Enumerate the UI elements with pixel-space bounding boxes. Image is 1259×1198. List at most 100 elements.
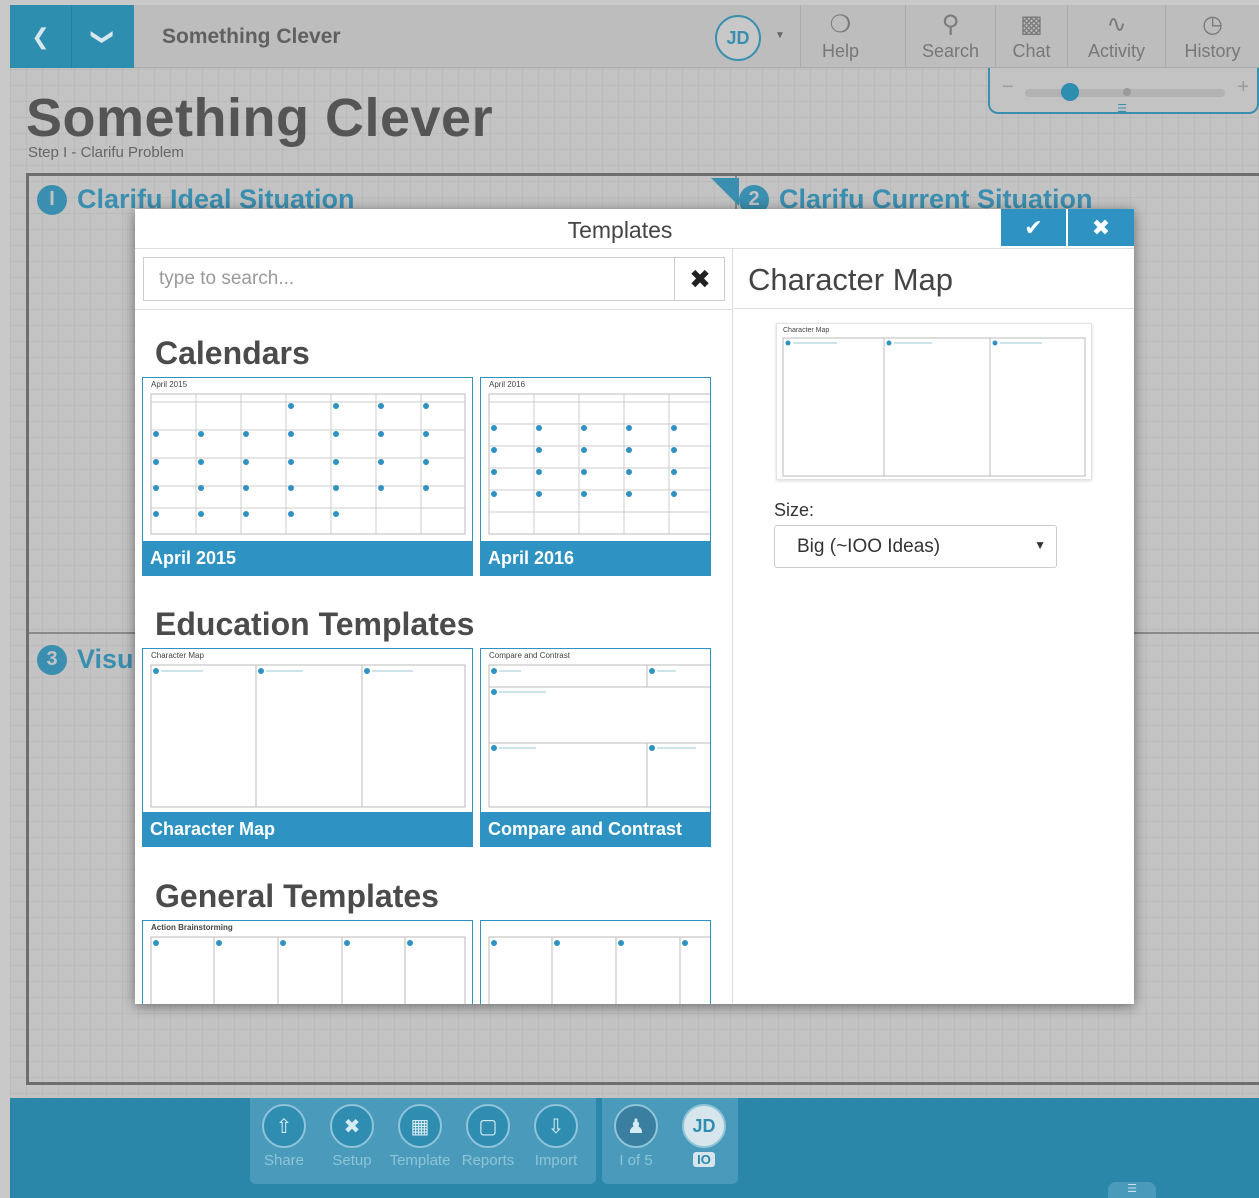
template-thumbnail: April 2015 [143, 378, 472, 541]
section-title-calendars: Calendars [155, 335, 310, 371]
import-icon: ⇩ [534, 1104, 578, 1148]
bottom-drawer-handle[interactable]: ☰ [1108, 1182, 1156, 1198]
clock-icon: ◷ [1202, 11, 1223, 38]
chevron-down-icon: ❯ [91, 27, 116, 46]
template-card-label: April 2016 [481, 541, 710, 575]
user-badge: IO [693, 1152, 715, 1167]
search-icon: ⚲ [941, 11, 960, 38]
activity-label: Activity [1087, 41, 1145, 61]
template-card-character-map[interactable]: Character Map Character Map [142, 648, 473, 847]
size-label: Size: [774, 500, 815, 520]
user-avatar-bottom: JD [682, 1104, 726, 1148]
page-title: Something Clever [26, 88, 494, 148]
participants-label: I of 5 [619, 1152, 653, 1169]
back-button[interactable]: ❮ [10, 5, 72, 68]
import-button[interactable]: ⇩ Import [522, 1104, 590, 1169]
chevron-left-icon: ❮ [31, 23, 50, 49]
confirm-button[interactable]: ✔ [1001, 209, 1067, 246]
help-button[interactable]: ❍ Help [800, 5, 880, 68]
chat-button[interactable]: ▩ Chat [995, 5, 1067, 68]
zoom-in-button[interactable]: + [1237, 76, 1249, 99]
bottom-toolbar: ⇧ Share ✖ Setup ▦ Template ▢ Reports ⇩ I… [10, 1098, 1259, 1198]
thumb-title: Character Map [151, 651, 204, 660]
check-icon: ✔ [1024, 214, 1043, 240]
caret-down-icon[interactable]: ▼ [775, 30, 785, 41]
menu-button[interactable]: ❯ [72, 5, 134, 68]
activity-button[interactable]: ∿ Activity [1067, 5, 1165, 68]
history-label: History [1184, 41, 1241, 61]
template-card-general-2[interactable] [480, 920, 711, 1004]
user-avatar[interactable]: JD [715, 15, 761, 61]
template-preview-pane: Character Map Character Map Size: Big (~… [734, 249, 1134, 1004]
preview-thumbnail: Character Map [776, 323, 1092, 480]
participants-group: ♟ I of 5 JD IO [602, 1098, 738, 1184]
template-icon: ▦ [398, 1104, 442, 1148]
template-card-april-2016[interactable]: April 2016 April 2016 [480, 377, 711, 576]
participants-button[interactable]: ♟ I of 5 [602, 1104, 670, 1169]
template-thumbnail: Action Brainstorming [143, 921, 472, 1004]
setup-button[interactable]: ✖ Setup [318, 1104, 386, 1169]
template-thumbnail: Compare and Contrast [481, 649, 710, 812]
tools-icon: ✖ [330, 1104, 374, 1148]
board-tools-group: ⇧ Share ✖ Setup ▦ Template ▢ Reports ⇩ I… [250, 1098, 596, 1184]
menu-lines-icon[interactable]: ☰ [1102, 102, 1142, 115]
modal-header: Templates ✔ ✖ [135, 209, 1134, 249]
search-label: Search [921, 41, 980, 61]
template-thumbnail: Character Map [143, 649, 472, 812]
quadrant-3-label: Visu [77, 644, 134, 674]
reports-icon: ▢ [466, 1104, 510, 1148]
section-title-general: General Templates [155, 878, 439, 914]
zoom-marker [1123, 88, 1131, 96]
template-card-label: Compare and Contrast [481, 812, 710, 846]
reports-button[interactable]: ▢ Reports [454, 1104, 522, 1169]
modal-title: Templates [567, 217, 673, 243]
quadrant-1-number: I [37, 184, 67, 215]
share-button[interactable]: ⇧ Share [250, 1104, 318, 1169]
template-card-label: April 2015 [143, 541, 472, 575]
quadrant-3-title: 3 Visu [37, 644, 134, 675]
template-card-label: Character Map [143, 812, 472, 846]
search-box: ✖ [143, 257, 725, 301]
divider [135, 309, 732, 310]
page-subtitle: Step I - Clarifu Problem [28, 144, 184, 161]
search-input[interactable] [144, 258, 674, 300]
history-button[interactable]: ◷ History [1165, 5, 1259, 68]
template-card-april-2015[interactable]: April 2015 April 2015 [142, 377, 473, 576]
section-title-education: Education Templates [155, 606, 475, 642]
close-icon: ✖ [1091, 214, 1111, 240]
close-icon: ✖ [689, 263, 711, 294]
share-label: Share [263, 1152, 305, 1169]
template-card-action-brainstorming[interactable]: Action Brainstorming [142, 920, 473, 1004]
zoom-out-button[interactable]: − [1002, 76, 1014, 99]
template-card-compare-and-contrast[interactable]: Compare and Contrast Compare and Contras… [480, 648, 711, 847]
template-list-pane: ✖ Calendars April 2015 [135, 249, 733, 1004]
templates-modal: Templates ✔ ✖ ✖ Calendars April 2015 [135, 209, 1134, 1004]
person-icon: ♟ [614, 1104, 658, 1148]
template-thumbnail: April 2016 [481, 378, 710, 541]
preview-header: Character Map [734, 249, 1134, 309]
size-select[interactable]: Big (~IOO Ideas) ▼ [774, 525, 1057, 568]
zoom-panel: − + ☰ [988, 68, 1259, 115]
user-button[interactable]: JD IO [670, 1104, 738, 1167]
thumb-title: April 2015 [151, 380, 188, 389]
top-bar: ❮ ❯ Something Clever JD ▼ ❍ Help ⚲ Searc… [10, 5, 1259, 68]
caret-down-icon: ▼ [1034, 538, 1046, 552]
lifebuoy-icon: ❍ [829, 11, 852, 38]
template-thumbnail [481, 921, 710, 1004]
import-label: Import [534, 1152, 578, 1169]
search-button[interactable]: ⚲ Search [905, 5, 995, 68]
setup-label: Setup [332, 1152, 372, 1169]
preview-title: Character Map [748, 262, 954, 297]
close-button[interactable]: ✖ [1068, 209, 1134, 246]
zoom-slider-handle[interactable] [1061, 83, 1079, 101]
corner-flag-icon [711, 178, 739, 206]
quadrant-3-number: 3 [37, 644, 67, 675]
thumb-title: April 2016 [489, 380, 526, 389]
share-icon: ⇧ [262, 1104, 306, 1148]
app-title: Something Clever [162, 25, 341, 48]
preview-thumb-title: Character Map [783, 327, 829, 334]
thumb-title: Action Brainstorming [151, 923, 233, 932]
template-button[interactable]: ▦ Template [386, 1104, 454, 1169]
size-select-value: Big (~IOO Ideas) [797, 536, 941, 557]
clear-search-button[interactable]: ✖ [674, 258, 725, 300]
